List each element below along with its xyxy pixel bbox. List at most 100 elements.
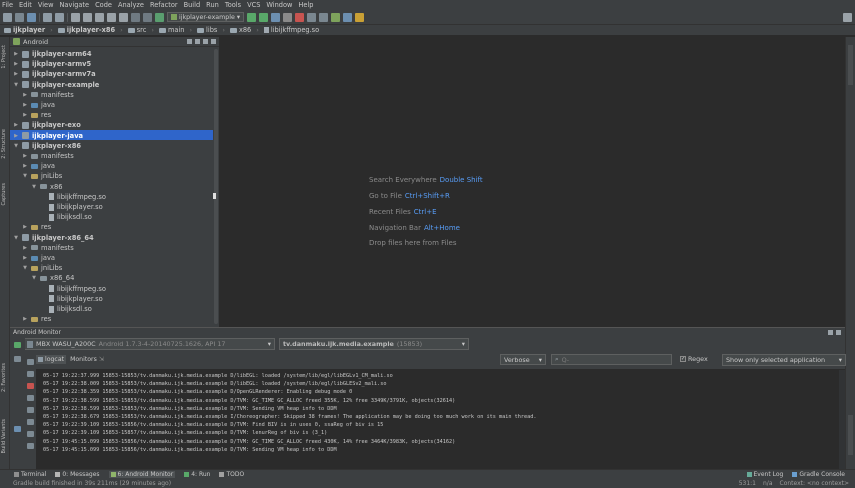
run-tab[interactable]: 4: Run bbox=[184, 471, 210, 478]
cut-icon[interactable] bbox=[71, 12, 80, 22]
editor-empty-area[interactable]: Search Everywhere Double Shift Go to File… bbox=[213, 37, 835, 327]
clear-logcat-icon[interactable] bbox=[27, 359, 34, 365]
collapse-all-icon[interactable] bbox=[195, 39, 200, 44]
tree-item[interactable]: libijkplayer.so bbox=[40, 294, 103, 304]
save-icon[interactable] bbox=[15, 12, 24, 22]
tree-item[interactable]: ▼ x86 bbox=[31, 182, 62, 192]
breadcrumb-item[interactable]: libijkffmpeg.so bbox=[262, 26, 321, 34]
search-everywhere-icon[interactable] bbox=[843, 12, 852, 22]
log-level-select[interactable]: Verbose ▾ bbox=[500, 354, 546, 365]
tree-item[interactable]: ▶ ijkplayer-java bbox=[13, 131, 83, 141]
project-structure-icon[interactable] bbox=[343, 12, 353, 22]
help-icon[interactable] bbox=[14, 426, 21, 432]
tab-logcat[interactable]: logcat bbox=[36, 355, 67, 364]
chevron-down-icon[interactable]: ▼ bbox=[31, 275, 37, 281]
tree-item[interactable]: ▼ ijkplayer-x86 bbox=[13, 141, 81, 151]
view-mode-select[interactable]: Android bbox=[23, 38, 48, 46]
run-config-select[interactable]: ijkplayer-example ▾ bbox=[167, 12, 245, 22]
line-separator[interactable]: n/a bbox=[763, 480, 773, 487]
breadcrumb-item[interactable]: libs bbox=[195, 26, 219, 34]
chevron-down-icon[interactable]: ▼ bbox=[13, 235, 19, 241]
chevron-down-icon[interactable]: ▼ bbox=[31, 184, 37, 190]
sdk-manager-icon[interactable] bbox=[319, 12, 329, 22]
log-search-input[interactable]: ⌕ Q- bbox=[551, 354, 672, 365]
chevron-down-icon[interactable]: ▼ bbox=[22, 265, 28, 271]
tree-item[interactable]: ▶ ijkplayer-arm64 bbox=[13, 49, 91, 59]
gear-icon[interactable] bbox=[828, 329, 833, 335]
menu-help[interactable]: Help bbox=[298, 1, 313, 9]
android-device-monitor-icon[interactable] bbox=[331, 12, 341, 22]
tree-item[interactable]: libijkplayer.so bbox=[40, 202, 103, 212]
breadcrumb-item[interactable]: ijkplayer bbox=[2, 26, 47, 34]
layout-icon[interactable] bbox=[14, 356, 21, 362]
chevron-right-icon[interactable]: ▶ bbox=[13, 71, 19, 77]
tree-item[interactable]: ▼ ijkplayer-x86_64 bbox=[13, 233, 94, 243]
avd-manager-icon[interactable] bbox=[307, 12, 317, 22]
menu-run[interactable]: Run bbox=[206, 1, 219, 9]
context-indicator[interactable]: Context: <no context> bbox=[780, 480, 849, 487]
menu-build[interactable]: Build bbox=[184, 1, 201, 9]
menu-refactor[interactable]: Refactor bbox=[150, 1, 178, 9]
caret-position[interactable]: 531:1 bbox=[739, 480, 756, 487]
chevron-down-icon[interactable]: ▼ bbox=[22, 173, 28, 179]
process-select[interactable]: tv.danmaku.ijk.media.example (15853) ▾ bbox=[279, 338, 469, 350]
undo-icon[interactable] bbox=[43, 12, 52, 22]
menu-tools[interactable]: Tools bbox=[225, 1, 241, 9]
tree-item[interactable]: ▶ ijkplayer-armv5 bbox=[13, 59, 91, 69]
tree-item[interactable]: ▶ res bbox=[22, 314, 51, 324]
build-variants-tool-tab[interactable]: Build Variants bbox=[1, 419, 7, 453]
chevron-right-icon[interactable]: ▶ bbox=[22, 245, 28, 251]
chevron-right-icon[interactable]: ▶ bbox=[13, 133, 19, 139]
tree-item[interactable]: ▶ ijkplayer-armv7a bbox=[13, 69, 96, 79]
tree-item[interactable]: ▶ manifests bbox=[22, 90, 74, 100]
back-icon[interactable] bbox=[131, 12, 140, 22]
chevron-right-icon[interactable]: ▶ bbox=[22, 163, 28, 169]
copy-icon[interactable] bbox=[83, 12, 92, 22]
menu-analyze[interactable]: Analyze bbox=[118, 1, 144, 9]
tree-item[interactable]: libijksdl.so bbox=[40, 304, 92, 314]
make-icon[interactable] bbox=[155, 12, 164, 22]
gear-icon[interactable] bbox=[203, 39, 208, 44]
menu-edit[interactable]: Edit bbox=[19, 1, 32, 9]
android-model-tool-tab[interactable] bbox=[848, 415, 853, 455]
tree-item[interactable]: ▼ jniLibs bbox=[22, 263, 62, 273]
attach-debugger-icon[interactable] bbox=[271, 12, 281, 22]
chevron-right-icon[interactable]: ▶ bbox=[13, 61, 19, 67]
system-info-icon[interactable] bbox=[27, 419, 34, 425]
tree-item[interactable]: ▶ java bbox=[22, 253, 55, 263]
menu-window[interactable]: Window bbox=[266, 1, 292, 9]
device-select[interactable]: MBX WASU_A200C Android 1.7.3-4-20140725.… bbox=[23, 338, 275, 350]
screen-capture-icon[interactable] bbox=[27, 395, 34, 401]
favorites-tool-tab[interactable]: 2: Favorites bbox=[1, 363, 7, 392]
sync-scroll-icon[interactable] bbox=[187, 39, 192, 44]
tree-item[interactable]: ▶ manifests bbox=[22, 243, 74, 253]
hide-panel-icon[interactable] bbox=[836, 329, 841, 335]
captures-tool-tab[interactable]: Captures bbox=[1, 183, 7, 206]
paste-icon[interactable] bbox=[95, 12, 104, 22]
breadcrumb-item[interactable]: ijkplayer-x86 bbox=[56, 26, 117, 34]
log-scrollbar[interactable] bbox=[839, 370, 845, 469]
chevron-right-icon[interactable]: ▶ bbox=[22, 255, 28, 261]
tree-item[interactable]: ▶ ijkplayer-exo bbox=[13, 120, 81, 130]
gradle-console-tab[interactable]: Gradle Console bbox=[792, 471, 845, 478]
forward-icon[interactable] bbox=[143, 12, 152, 22]
menu-view[interactable]: View bbox=[38, 1, 54, 9]
breadcrumb-item[interactable]: src bbox=[126, 26, 149, 34]
breadcrumb-item[interactable]: x86 bbox=[228, 26, 253, 34]
todo-tab[interactable]: TODO bbox=[219, 471, 244, 478]
tree-item[interactable]: libijkffmpeg.so bbox=[40, 284, 106, 294]
android-monitor-tab[interactable]: 6: Android Monitor bbox=[108, 471, 176, 478]
run-icon[interactable] bbox=[247, 12, 257, 22]
open-icon[interactable] bbox=[3, 12, 12, 22]
redo-icon[interactable] bbox=[55, 12, 64, 22]
project-tool-tab[interactable]: 1: Project bbox=[1, 45, 7, 69]
chevron-right-icon[interactable]: ▶ bbox=[22, 153, 28, 159]
menu-code[interactable]: Code bbox=[95, 1, 112, 9]
menu-navigate[interactable]: Navigate bbox=[59, 1, 89, 9]
menu-vcs[interactable]: VCS bbox=[247, 1, 260, 9]
sync-icon[interactable] bbox=[27, 12, 36, 22]
hide-panel-icon[interactable] bbox=[211, 39, 216, 44]
regex-checkbox[interactable]: ✓ Regex bbox=[680, 355, 708, 363]
messages-tab[interactable]: 0: Messages bbox=[55, 471, 100, 478]
terminal-tab[interactable]: Terminal bbox=[14, 471, 46, 478]
